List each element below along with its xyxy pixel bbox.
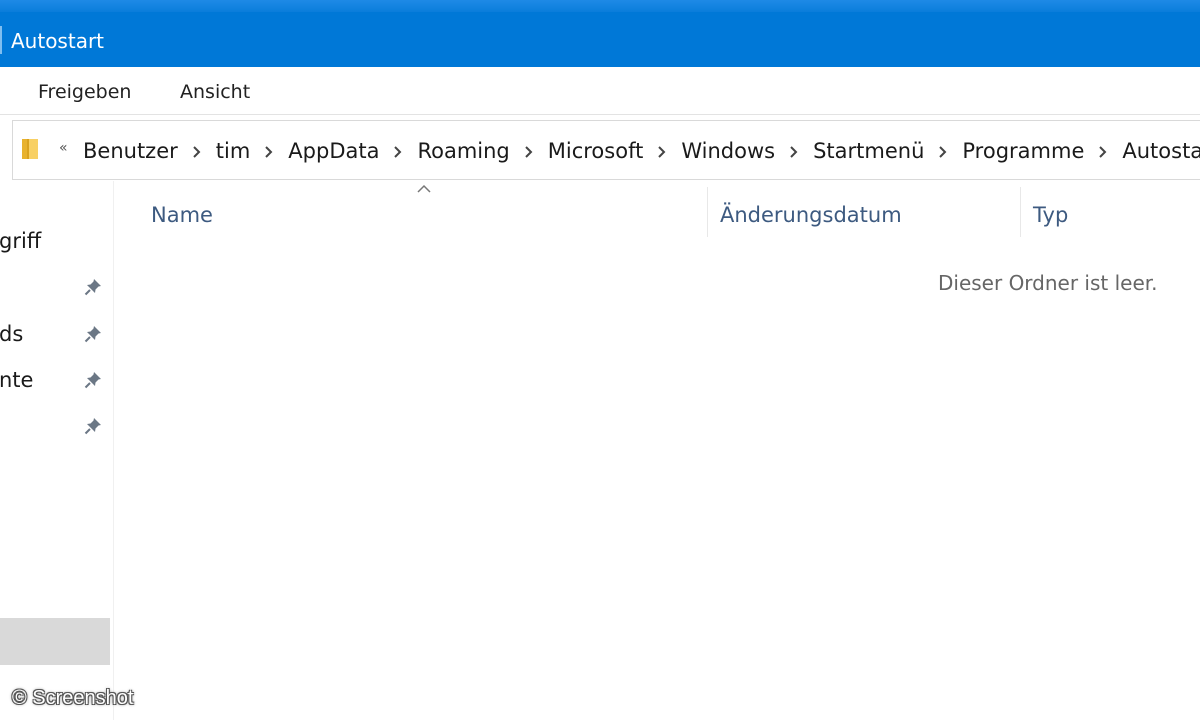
ribbon-tabs: Freigeben Ansicht: [0, 67, 1200, 115]
chevron-right-icon[interactable]: [178, 136, 216, 166]
breadcrumb: Benutzer tim AppData Roaming Microsoft W…: [83, 135, 1200, 167]
breadcrumb-item-tim[interactable]: tim: [216, 136, 251, 166]
chevron-right-icon[interactable]: [924, 136, 962, 166]
column-header-name[interactable]: Name: [151, 200, 213, 230]
breadcrumb-overflow-button[interactable]: «: [59, 138, 68, 158]
tab-view[interactable]: Ansicht: [180, 79, 250, 105]
tab-share[interactable]: Freigeben: [38, 79, 131, 105]
address-bar[interactable]: « Benutzer tim AppData Roaming Microsoft…: [12, 120, 1200, 180]
navigation-pane[interactable]: griff ds nte: [0, 181, 114, 720]
title-bar-top-strip: [0, 0, 1200, 12]
nav-item-selected[interactable]: [0, 618, 110, 665]
chevron-right-icon[interactable]: [379, 136, 417, 166]
breadcrumb-item-microsoft[interactable]: Microsoft: [548, 136, 644, 166]
title-bar-edge: [0, 26, 2, 54]
column-header-date[interactable]: Änderungsdatum: [720, 200, 902, 230]
breadcrumb-item-windows[interactable]: Windows: [681, 136, 775, 166]
pin-icon: [84, 418, 101, 435]
breadcrumb-item-roaming[interactable]: Roaming: [417, 136, 509, 166]
column-divider[interactable]: [707, 187, 708, 237]
chevron-right-icon[interactable]: [1084, 136, 1122, 166]
chevron-right-icon[interactable]: [510, 136, 548, 166]
window-title: Autostart: [11, 29, 105, 53]
nav-item-pinned-4[interactable]: [0, 406, 114, 446]
column-header-type[interactable]: Typ: [1033, 200, 1068, 230]
sort-ascending-icon: [417, 184, 431, 193]
breadcrumb-item-startmenue[interactable]: Startmenü: [813, 136, 924, 166]
pin-icon: [84, 326, 101, 343]
empty-folder-message: Dieser Ordner ist leer.: [938, 271, 1158, 295]
nav-item-downloads[interactable]: ds: [0, 314, 114, 354]
nav-item-label: griff: [0, 229, 42, 253]
nav-item-quick-access[interactable]: griff: [0, 221, 114, 261]
title-bar[interactable]: Autostart: [0, 0, 1200, 67]
breadcrumb-item-benutzer[interactable]: Benutzer: [83, 136, 178, 166]
nav-item-label: nte: [0, 368, 34, 392]
folder-icon: [22, 139, 38, 159]
breadcrumb-item-autostart[interactable]: Autostart: [1122, 136, 1200, 166]
breadcrumb-item-appdata[interactable]: AppData: [288, 136, 379, 166]
file-list[interactable]: Name Änderungsdatum Typ Dieser Ordner is…: [115, 181, 1200, 720]
chevron-right-icon[interactable]: [250, 136, 288, 166]
column-divider[interactable]: [1020, 187, 1021, 237]
screenshot-watermark: © Screenshot: [12, 687, 134, 709]
chevron-right-icon[interactable]: [643, 136, 681, 166]
breadcrumb-item-programme[interactable]: Programme: [962, 136, 1084, 166]
nav-item-documents[interactable]: nte: [0, 360, 114, 400]
pin-icon: [84, 372, 101, 389]
chevron-right-icon[interactable]: [775, 136, 813, 166]
nav-item-label: ds: [0, 322, 24, 346]
pin-icon: [84, 279, 101, 296]
nav-item-pinned-1[interactable]: [0, 267, 114, 307]
